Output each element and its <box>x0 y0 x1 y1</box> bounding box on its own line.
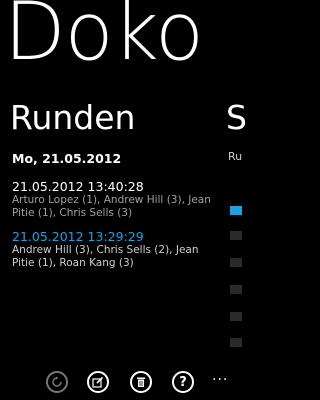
round-item[interactable]: 21.05.2012 13:29:29 Andrew Hill (3), Chr… <box>12 229 222 270</box>
edit-icon <box>92 376 104 388</box>
app-title: Doko <box>4 0 204 78</box>
round-timestamp: 21.05.2012 13:40:28 <box>12 179 144 194</box>
next-pivot-marker <box>230 312 242 321</box>
next-pivot-marker <box>230 206 242 215</box>
delete-icon <box>137 377 145 387</box>
pivot-header-runden[interactable]: Runden <box>10 98 135 138</box>
application-bar: ? ... <box>0 364 240 400</box>
round-players: Arturo Lopez (1), Andrew Hill (3), Jean … <box>12 194 211 219</box>
refresh-icon <box>52 376 62 387</box>
more-options-button[interactable]: ... <box>212 368 228 384</box>
pivot-header-next[interactable]: S <box>226 98 247 138</box>
next-pivot-marker <box>230 258 242 267</box>
refresh-button[interactable] <box>46 371 68 393</box>
round-item[interactable]: 21.05.2012 13:40:28 Arturo Lopez (1), An… <box>12 179 222 220</box>
edit-button[interactable] <box>87 371 109 393</box>
next-pivot-marker <box>230 338 242 347</box>
next-pivot-marker <box>230 285 242 294</box>
round-timestamp: 21.05.2012 13:29:29 <box>12 229 144 244</box>
help-button[interactable]: ? <box>172 371 194 393</box>
help-icon: ? <box>179 374 187 390</box>
next-pivot-marker <box>230 231 242 240</box>
delete-button[interactable] <box>130 371 152 393</box>
day-header: Mo, 21.05.2012 <box>12 151 122 166</box>
next-pivot-sub: Ru <box>228 150 243 163</box>
round-players: Andrew Hill (3), Chris Sells (2), Jean P… <box>12 244 199 269</box>
